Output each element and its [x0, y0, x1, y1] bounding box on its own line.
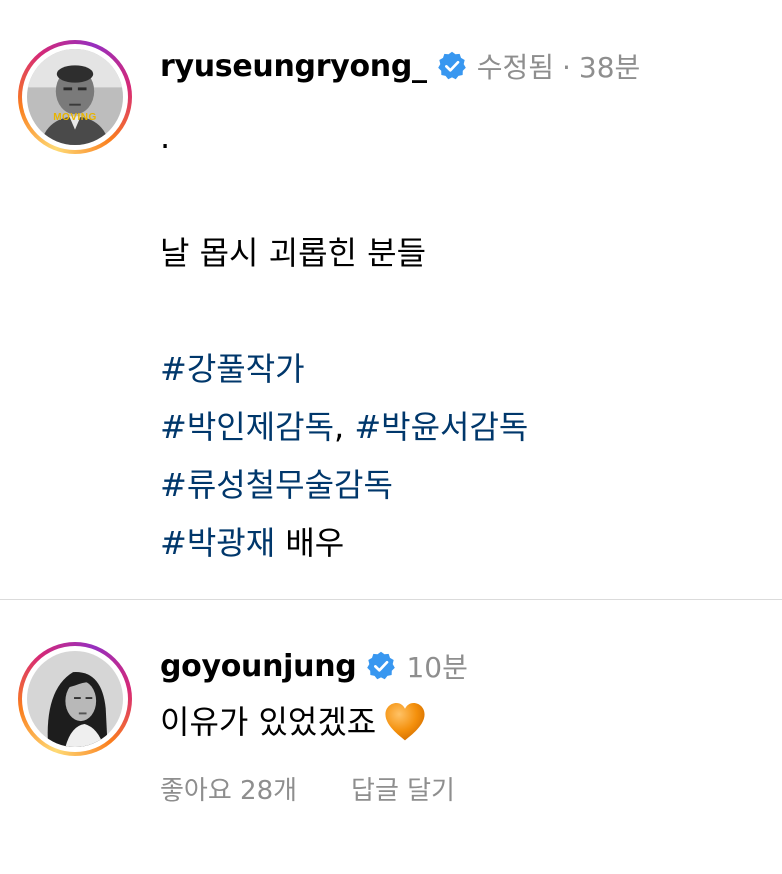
post-caption: . 날 몹시 괴롭힌 분들 #강풀작가 #박인제감독, #박윤서감독 #류성철무술감독 #…: [160, 108, 760, 572]
caption-line: [160, 166, 760, 224]
caption-line: #박광재 배우: [160, 514, 760, 572]
portrait-woman-image: [27, 651, 123, 747]
avatar-image: MOVING: [27, 49, 123, 145]
caption-text: .: [160, 118, 171, 156]
caption-line: #류성철무술감독: [160, 456, 760, 514]
hashtag-link[interactable]: #박인제감독: [160, 408, 334, 446]
verified-badge-icon: [437, 51, 467, 81]
avatar-border: MOVING: [22, 44, 128, 150]
edited-label: 수정됨: [476, 51, 554, 84]
avatar-badge-text: MOVING: [53, 112, 97, 123]
caption-line: #강풀작가: [160, 340, 760, 398]
caption-text: 날 몹시 괴롭힌 분들: [160, 234, 427, 272]
hashtag-link[interactable]: #박광재: [160, 524, 275, 562]
hashtag-link[interactable]: #류성철무술감독: [160, 466, 393, 504]
caption-line: [160, 282, 760, 340]
caption-text: 배우: [275, 524, 345, 562]
hashtag-link[interactable]: #강풀작가: [160, 350, 305, 388]
comment-text: 이유가 있었겠죠: [160, 703, 377, 741]
verified-badge-icon: [366, 651, 396, 681]
comment-header: goyounjung 10분: [160, 646, 468, 686]
post-username[interactable]: ryuseungryong_: [160, 49, 427, 84]
comment-author-avatar[interactable]: [18, 642, 132, 756]
caption-text: ,: [334, 408, 355, 446]
reply-button[interactable]: 답글 달기: [351, 770, 455, 807]
comment-likes-count[interactable]: 좋아요 28개: [160, 770, 297, 807]
caption-line: 날 몹시 괴롭힌 분들: [160, 224, 760, 282]
avatar-border: [22, 646, 128, 752]
hashtag-link[interactable]: #박윤서감독: [354, 408, 528, 446]
orange-heart-icon: [382, 699, 428, 745]
post-time[interactable]: 38분: [579, 51, 640, 84]
avatar-image: [27, 651, 123, 747]
post-meta: 수정됨 · 38분: [477, 46, 641, 86]
comment-actions: 좋아요 28개 답글 달기: [160, 770, 455, 807]
caption-line: #박인제감독, #박윤서감독: [160, 398, 760, 456]
portrait-man-image: [27, 49, 123, 145]
comment-time[interactable]: 10분: [406, 646, 467, 686]
comment-body: 이유가 있었겠죠: [160, 694, 428, 750]
post-header: ryuseungryong_ 수정됨 · 38분: [160, 46, 640, 86]
meta-separator: ·: [561, 51, 571, 84]
post-author-avatar[interactable]: MOVING: [18, 40, 132, 154]
divider: [0, 599, 782, 600]
caption-line: .: [160, 108, 760, 166]
comment-username[interactable]: goyounjung: [160, 649, 357, 684]
